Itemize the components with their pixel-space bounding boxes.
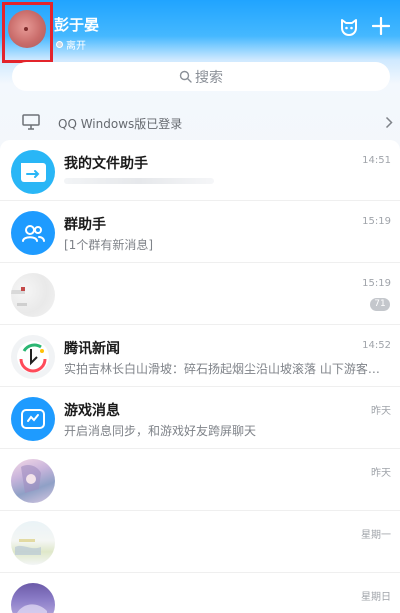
chat-time: 星期一 <box>361 530 391 541</box>
chat-time: 15:19 <box>362 216 391 227</box>
game-icon <box>21 409 45 429</box>
chat-row-game-messages[interactable]: 游戏消息 开启消息同步，和游戏好友跨屏聊天 昨天 <box>0 386 400 448</box>
chat-row-contact[interactable]: 星期一 <box>0 510 400 572</box>
cat-icon[interactable] <box>339 17 359 37</box>
pc-login-text: QQ Windows版已登录 <box>58 117 183 131</box>
contact-avatar-image <box>17 604 47 613</box>
contact-avatar-image <box>21 465 41 493</box>
avatar-highlight-box <box>2 2 53 63</box>
chat-row-contact[interactable]: 昨天 <box>0 448 400 510</box>
chat-time: 14:52 <box>362 340 391 351</box>
user-name[interactable]: 彭于晏 <box>54 14 99 35</box>
tencent-news-avatar <box>11 335 55 379</box>
contact-avatar <box>11 521 55 565</box>
chat-row-contact[interactable]: 星期日 <box>0 572 400 613</box>
chat-row-file-assistant[interactable]: 我的文件助手 14:51 <box>0 140 400 200</box>
contact-avatar <box>11 273 55 317</box>
status-dot-icon <box>56 41 63 48</box>
chat-title: 群助手 <box>64 217 106 233</box>
contact-avatar <box>11 583 55 613</box>
chat-time: 15:19 <box>362 278 391 289</box>
file-assistant-avatar <box>11 150 55 194</box>
plus-icon[interactable] <box>372 17 390 35</box>
status-text: 离开 <box>66 41 86 52</box>
search-icon <box>179 70 192 83</box>
chat-preview: 开启消息同步，和游戏好友跨屏聊天 <box>64 424 257 438</box>
chat-time: 昨天 <box>371 468 391 479</box>
news-icon <box>17 341 49 373</box>
group-assistant-avatar <box>11 211 55 255</box>
group-assistant-icon <box>22 225 45 242</box>
chat-time: 14:51 <box>362 155 391 166</box>
game-messages-avatar <box>11 397 55 441</box>
file-assistant-icon <box>21 163 46 182</box>
chat-preview: [1个群有新消息] <box>64 238 153 252</box>
chat-title: 我的文件助手 <box>64 156 148 172</box>
pc-login-row[interactable]: QQ Windows版已登录 <box>0 108 400 138</box>
contact-avatar-image <box>15 539 41 555</box>
chevron-right-icon <box>385 116 393 129</box>
search-placeholder: 搜索 <box>195 69 223 86</box>
chat-row-group-assistant[interactable]: 群助手 [1个群有新消息] 15:19 <box>0 200 400 262</box>
chat-row-contact[interactable]: 15:19 71 <box>0 262 400 324</box>
contact-avatar <box>11 459 55 503</box>
chat-time: 昨天 <box>371 406 391 417</box>
contact-avatar-image <box>11 287 27 306</box>
chat-time: 星期日 <box>361 592 391 603</box>
monitor-icon <box>22 114 40 130</box>
status-row[interactable]: 离开 <box>56 37 86 52</box>
blurred-preview <box>64 178 214 184</box>
chat-title: 游戏消息 <box>64 403 120 419</box>
chat-title: 腾讯新闻 <box>64 341 120 357</box>
search-bar[interactable]: 搜索 <box>12 62 390 91</box>
chat-row-tencent-news[interactable]: 腾讯新闻 实拍吉林长白山滑坡：碎石扬起烟尘沿山坡滚落 山下游客… 14:52 <box>0 324 400 386</box>
chat-list: 我的文件助手 14:51 群助手 [1个群有新消息] 15:19 15:19 7 <box>0 140 400 613</box>
chat-preview: 实拍吉林长白山滑坡：碎石扬起烟尘沿山坡滚落 山下游客… <box>64 362 380 376</box>
unread-badge: 71 <box>370 298 390 311</box>
